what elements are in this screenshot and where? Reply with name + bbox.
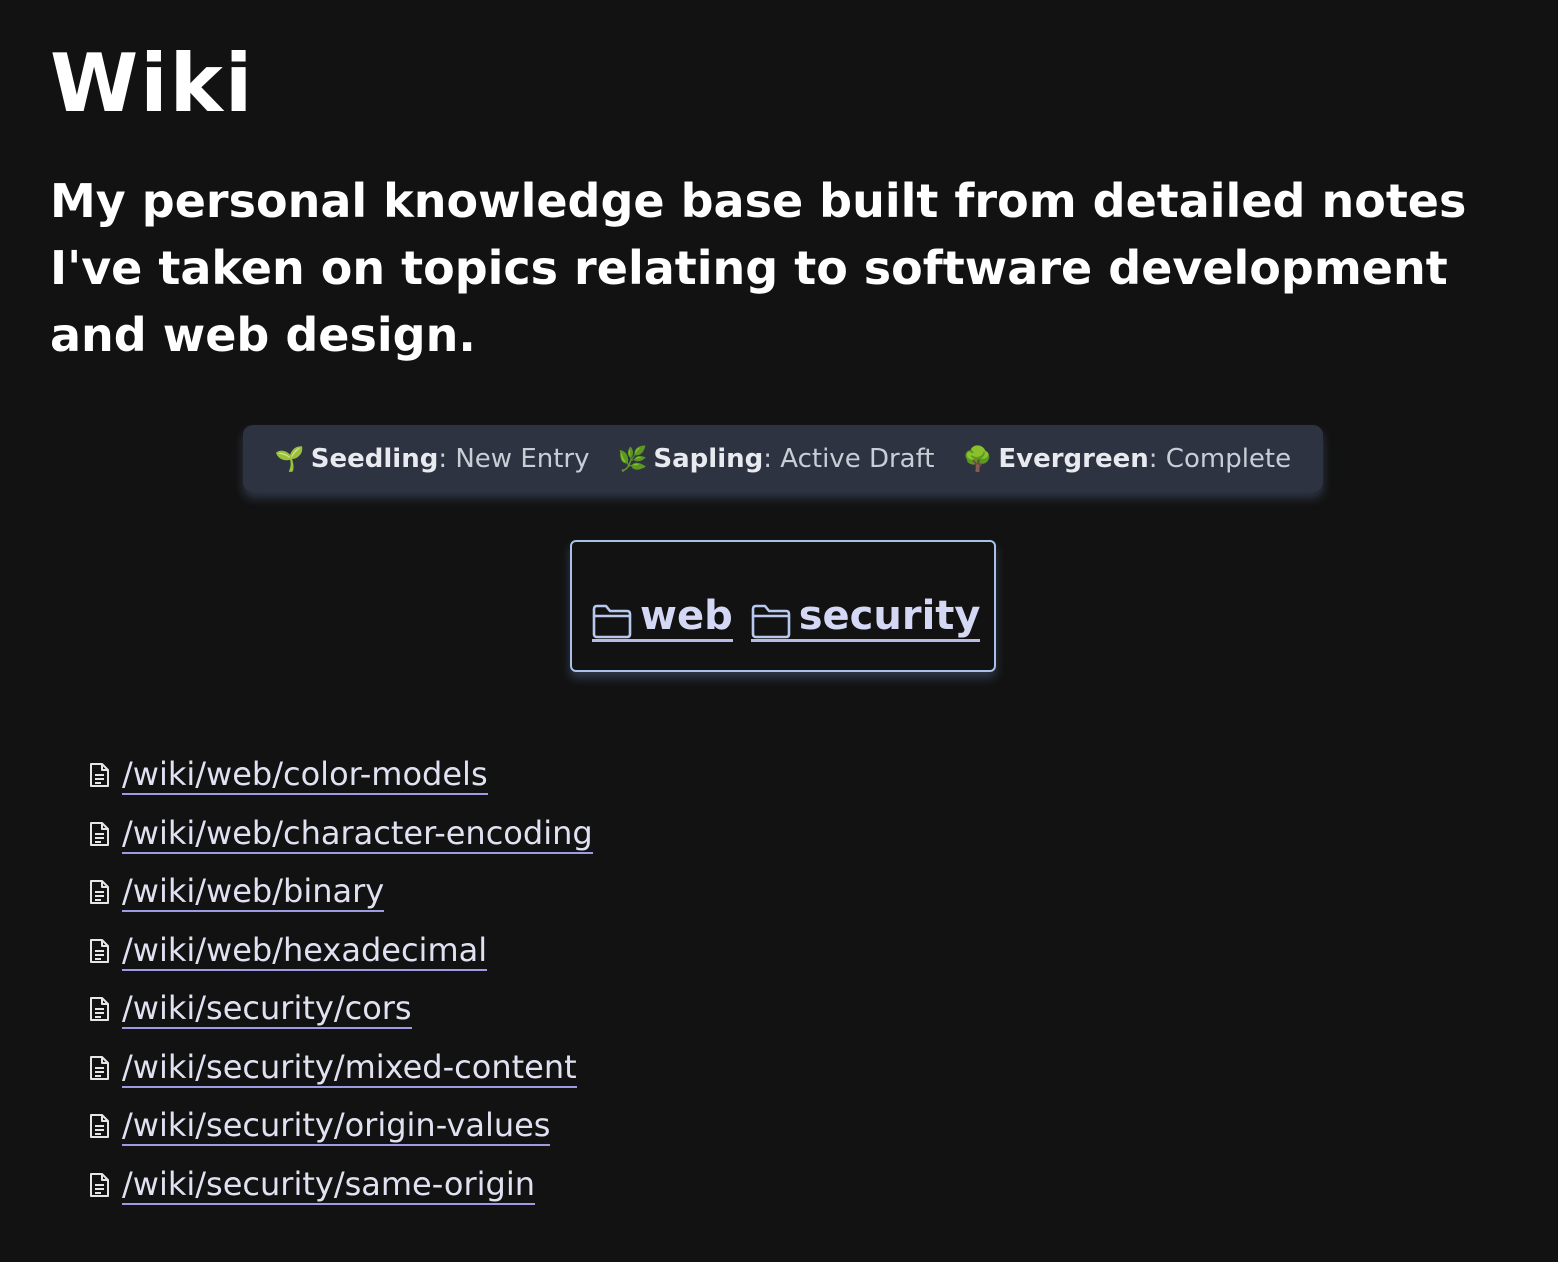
- document-icon: [88, 762, 110, 788]
- legend-description: New Entry: [447, 443, 590, 474]
- folder-label: web: [640, 592, 733, 639]
- folders-panel: web security: [570, 540, 996, 672]
- legend-description: Complete: [1157, 443, 1292, 474]
- legend-separator: :: [1148, 443, 1158, 474]
- list-item: /wiki/security/origin-values: [88, 1097, 593, 1156]
- file-link[interactable]: /wiki/web/color-models: [122, 755, 488, 796]
- legend-separator: :: [763, 443, 772, 474]
- file-link[interactable]: /wiki/web/binary: [122, 872, 385, 913]
- file-link[interactable]: /wiki/security/origin-values: [122, 1106, 551, 1147]
- document-icon: [88, 821, 110, 847]
- page-subtitle: My personal knowledge base built from de…: [50, 174, 1467, 362]
- wiki-file-list: /wiki/web/color-models /wiki/web/charact…: [88, 746, 593, 1214]
- page-title: Wiki: [50, 37, 255, 130]
- legend-item-sapling: 🌿 Sapling: Active Draft: [618, 444, 935, 474]
- legend-name: Evergreen: [998, 443, 1149, 474]
- legend-name: Sapling: [653, 443, 764, 474]
- folder-icon: [592, 603, 632, 639]
- list-item: /wiki/web/binary: [88, 863, 593, 922]
- evergreen-icon: 🌳: [962, 444, 993, 473]
- list-item: /wiki/web/character-encoding: [88, 805, 593, 864]
- folder-link-security[interactable]: security: [750, 592, 981, 642]
- document-icon: [88, 1055, 110, 1081]
- list-item: /wiki/security/mixed-content: [88, 1039, 593, 1098]
- folder-link-web[interactable]: web: [592, 593, 733, 642]
- folder-label: security: [798, 592, 981, 639]
- document-icon: [88, 938, 110, 964]
- legend-description: Active Draft: [772, 443, 935, 474]
- file-link[interactable]: /wiki/security/same-origin: [122, 1165, 535, 1205]
- list-item: /wiki/web/color-models: [88, 746, 593, 805]
- legend-item-evergreen: 🌳 Evergreen: Complete: [963, 444, 1292, 474]
- document-icon: [88, 996, 110, 1022]
- file-link[interactable]: /wiki/security/cors: [122, 989, 412, 1030]
- folder-icon: [751, 603, 791, 639]
- sapling-icon: 🌿: [617, 444, 648, 473]
- file-link[interactable]: /wiki/web/character-encoding: [122, 814, 593, 854]
- list-item: /wiki/security/cors: [88, 980, 593, 1039]
- document-icon: [88, 1113, 110, 1139]
- legend-name: Seedling: [310, 443, 439, 474]
- status-legend: 🌱 Seedling: New Entry 🌿 Sapling: Active …: [243, 425, 1323, 492]
- file-link[interactable]: /wiki/security/mixed-content: [122, 1048, 577, 1088]
- legend-item-seedling: 🌱 Seedling: New Entry: [275, 444, 590, 474]
- document-icon: [88, 879, 110, 905]
- file-link[interactable]: /wiki/web/hexadecimal: [122, 931, 488, 971]
- legend-separator: :: [438, 443, 448, 474]
- list-item: /wiki/security/same-origin: [88, 1156, 593, 1215]
- document-icon: [88, 1172, 110, 1198]
- seedling-icon: 🌱: [274, 444, 305, 473]
- list-item: /wiki/web/hexadecimal: [88, 922, 593, 981]
